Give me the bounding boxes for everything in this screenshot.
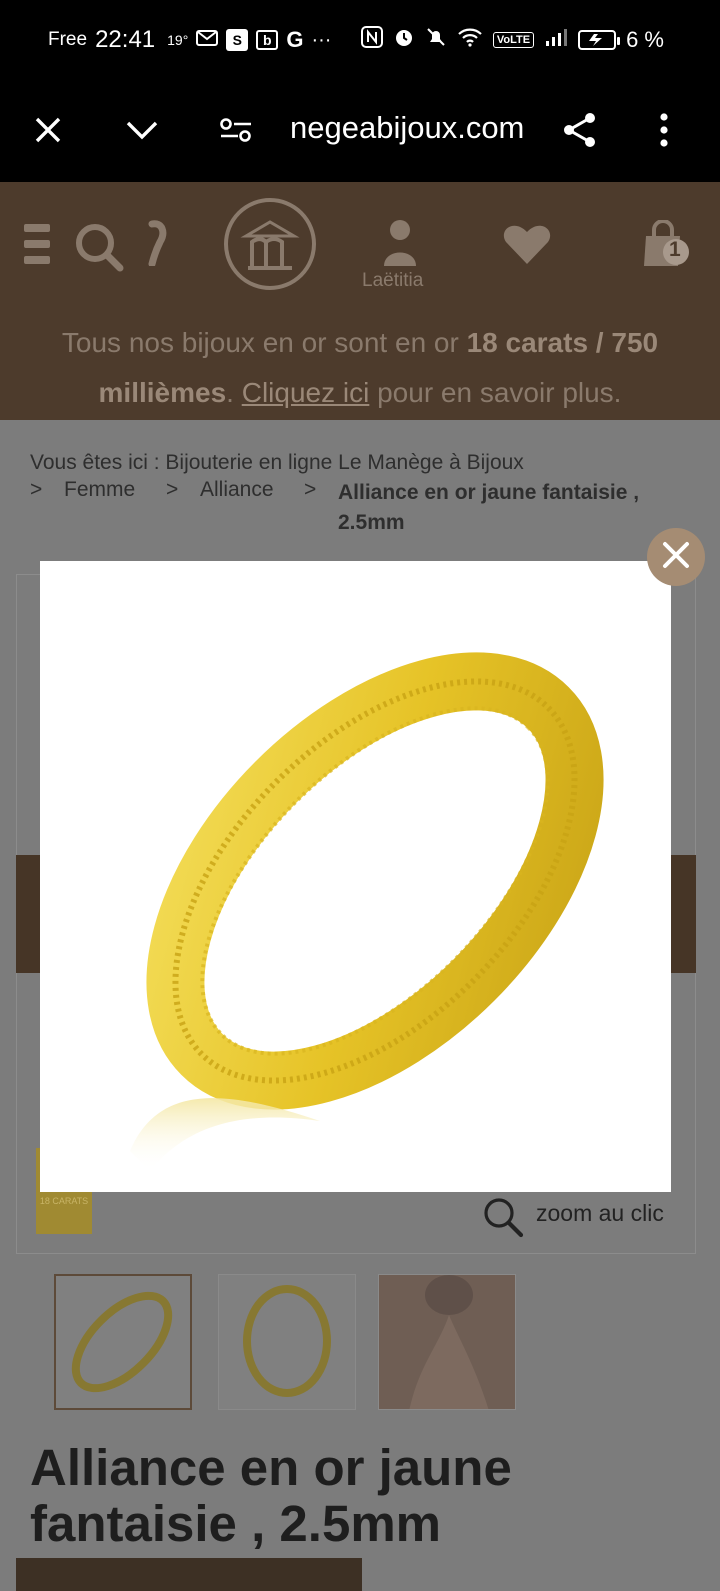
minimize-button[interactable]: [120, 110, 164, 154]
user-name[interactable]: Laëtitia: [362, 270, 423, 292]
breadcrumb-alliance[interactable]: Alliance: [200, 478, 274, 502]
nfc-icon: [360, 26, 383, 53]
temperature: 19°: [167, 32, 189, 48]
thumbnail-1[interactable]: [54, 1274, 192, 1410]
breadcrumb-sep-1: >: [30, 478, 43, 501]
zoom-modal-image[interactable]: [40, 561, 671, 1192]
share-button[interactable]: [558, 110, 602, 154]
hamburger-icon[interactable]: [22, 222, 52, 271]
banner-suffix: pour en savoir plus.: [369, 377, 622, 408]
carrier-label: Free: [48, 29, 88, 50]
thumbnail-3[interactable]: [378, 1274, 516, 1410]
clock: 22:41: [95, 26, 156, 53]
volte-badge: VoLTE: [492, 31, 535, 48]
browser-toolbar: negeabijoux.com: [0, 82, 720, 182]
battery-percent: 6 %: [626, 26, 664, 52]
alarm-icon: [393, 26, 415, 53]
bag-icon[interactable]: [640, 219, 690, 275]
banner-link[interactable]: Cliquez ici: [242, 377, 370, 408]
search-icon[interactable]: [74, 222, 124, 277]
user-icon[interactable]: [382, 218, 418, 273]
menu-button[interactable]: [642, 110, 686, 154]
status-bar: Free 22:41 19° S b G ··· VoLTE 6 %: [0, 0, 720, 82]
breadcrumb-sep-3: >: [304, 478, 317, 501]
b-app-icon: b: [256, 30, 279, 50]
google-icon: G: [286, 27, 304, 52]
phone-icon[interactable]: [146, 220, 168, 271]
close-icon: [662, 541, 690, 574]
close-icon: [33, 115, 63, 150]
mute-icon: [425, 26, 447, 53]
breadcrumb-femme[interactable]: Femme: [64, 478, 135, 502]
zoom-label[interactable]: zoom au clic: [536, 1200, 664, 1227]
close-tab-button[interactable]: [26, 110, 70, 154]
thumbnail-2[interactable]: [218, 1274, 356, 1410]
chevron-down-icon: [125, 120, 159, 145]
share-icon: [561, 111, 599, 154]
site-settings-icon: [219, 117, 253, 148]
breadcrumb: Vous êtes ici : Bijouterie en ligne Le M…: [30, 448, 670, 478]
site-settings-button[interactable]: [214, 110, 258, 154]
heart-icon[interactable]: [502, 222, 552, 271]
s-app-icon: S: [226, 29, 249, 51]
breadcrumb-current: Alliance en or jaune fantaisie , 2.5mm: [338, 481, 640, 534]
logo-icon[interactable]: [222, 196, 318, 297]
signal-icon: [544, 27, 568, 52]
screen: Free 22:41 19° S b G ··· VoLTE 6 % negea…: [0, 0, 720, 1591]
more-notifications-icon: ···: [311, 28, 332, 51]
mail-icon: [196, 29, 219, 52]
cart-count: 1: [669, 238, 681, 261]
product-title: Alliance en or jaune fantaisie , 2.5mm: [30, 1439, 512, 1552]
battery-icon: [578, 29, 621, 50]
zoom-icon[interactable]: [482, 1196, 524, 1243]
banner-middle: .: [226, 377, 242, 408]
breadcrumb-sep-2: >: [166, 478, 179, 501]
wifi-icon: [457, 27, 483, 52]
breadcrumb-intro[interactable]: Vous êtes ici : Bijouterie en ligne Le M…: [30, 451, 524, 474]
add-to-cart-band[interactable]: [16, 1558, 362, 1591]
gold-info-banner: Tous nos bijoux en or sont en or 18 cara…: [20, 318, 700, 418]
menu-dots-icon: [659, 112, 669, 152]
modal-close-button[interactable]: [647, 528, 705, 586]
banner-prefix: Tous nos bijoux en or sont en or: [61, 327, 467, 358]
url-field[interactable]: negeabijoux.com: [290, 110, 524, 146]
